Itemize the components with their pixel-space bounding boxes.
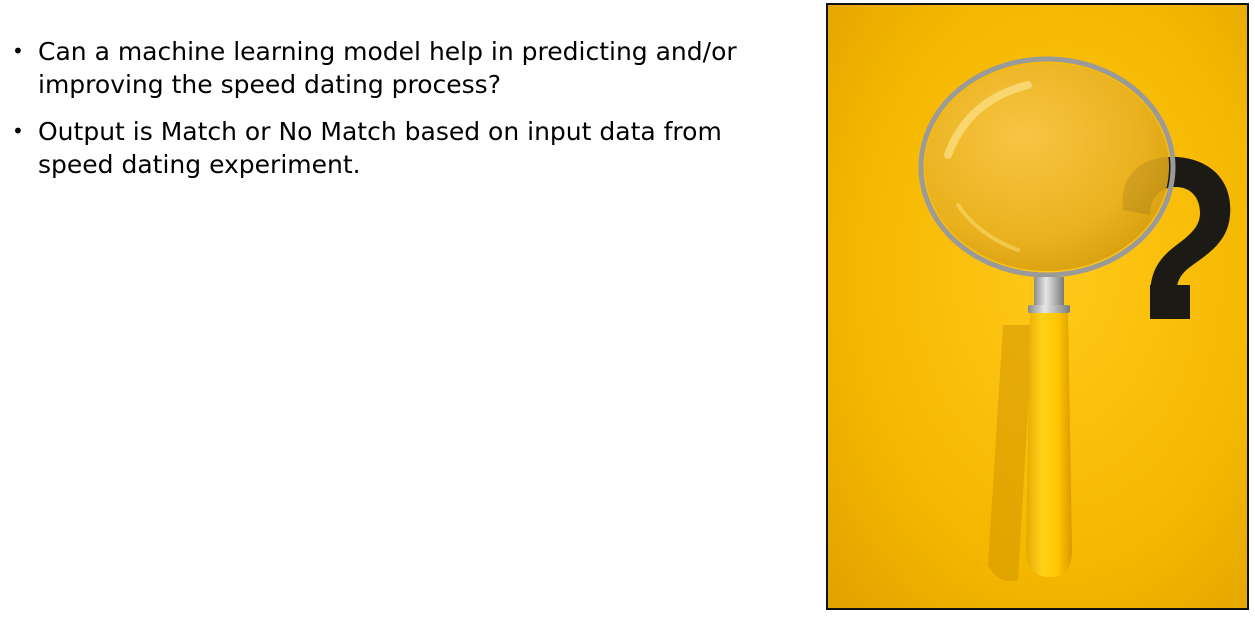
bullet-text: Output is Match or No Match based on inp… — [38, 117, 722, 179]
lens-glass — [925, 63, 1169, 271]
slide: • Can a machine learning model help in p… — [0, 0, 1255, 619]
bullet-item: • Can a machine learning model help in p… — [12, 35, 792, 101]
magnifying-glass-image — [828, 5, 1247, 608]
magnifying-glass-picture — [826, 3, 1249, 610]
bullet-icon: • — [12, 119, 24, 143]
handle-neck — [1034, 277, 1064, 309]
bullet-icon: • — [12, 39, 24, 63]
handle — [1026, 313, 1072, 577]
bullet-list: • Can a machine learning model help in p… — [12, 35, 792, 195]
bullet-text: Can a machine learning model help in pre… — [38, 37, 737, 99]
bullet-item: • Output is Match or No Match based on i… — [12, 115, 792, 181]
